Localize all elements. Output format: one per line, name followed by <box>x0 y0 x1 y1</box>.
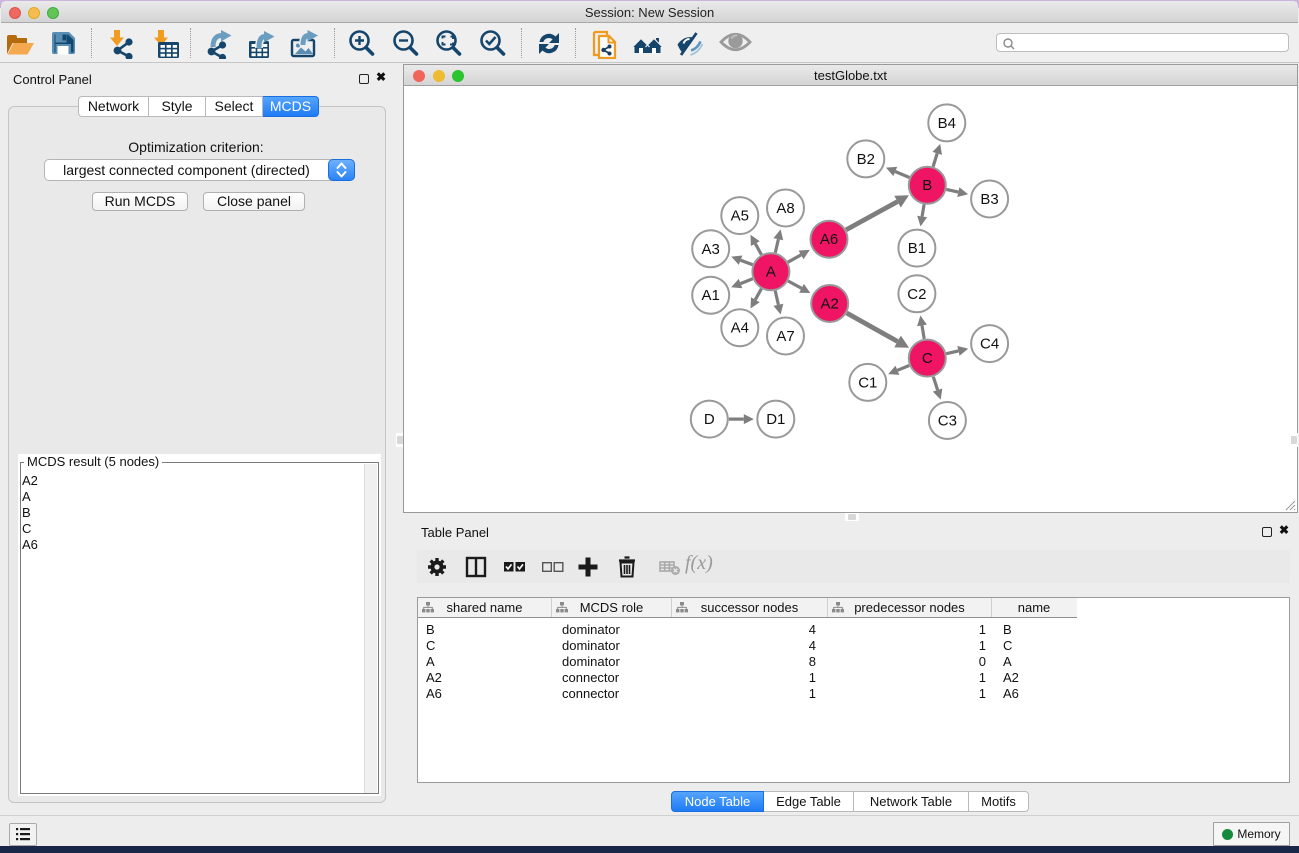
svg-text:A3: A3 <box>702 241 720 258</box>
svg-text:B1: B1 <box>908 240 926 257</box>
svg-text:B2: B2 <box>857 151 875 168</box>
svg-text:A: A <box>766 264 776 281</box>
svg-text:C2: C2 <box>907 286 926 303</box>
svg-text:C: C <box>922 350 933 367</box>
svg-text:D: D <box>704 411 715 428</box>
svg-text:A5: A5 <box>731 208 749 225</box>
svg-text:B3: B3 <box>980 191 998 208</box>
svg-text:D1: D1 <box>766 411 785 428</box>
svg-text:A4: A4 <box>731 320 749 337</box>
svg-text:A6: A6 <box>820 231 838 248</box>
svg-text:C4: C4 <box>980 336 999 353</box>
svg-text:B4: B4 <box>938 115 956 132</box>
svg-text:A2: A2 <box>821 296 839 313</box>
svg-text:C1: C1 <box>858 374 877 391</box>
svg-text:A1: A1 <box>702 287 720 304</box>
svg-text:A7: A7 <box>776 328 794 345</box>
svg-text:A8: A8 <box>776 200 794 217</box>
svg-text:B: B <box>922 177 932 194</box>
svg-text:C3: C3 <box>938 413 957 430</box>
